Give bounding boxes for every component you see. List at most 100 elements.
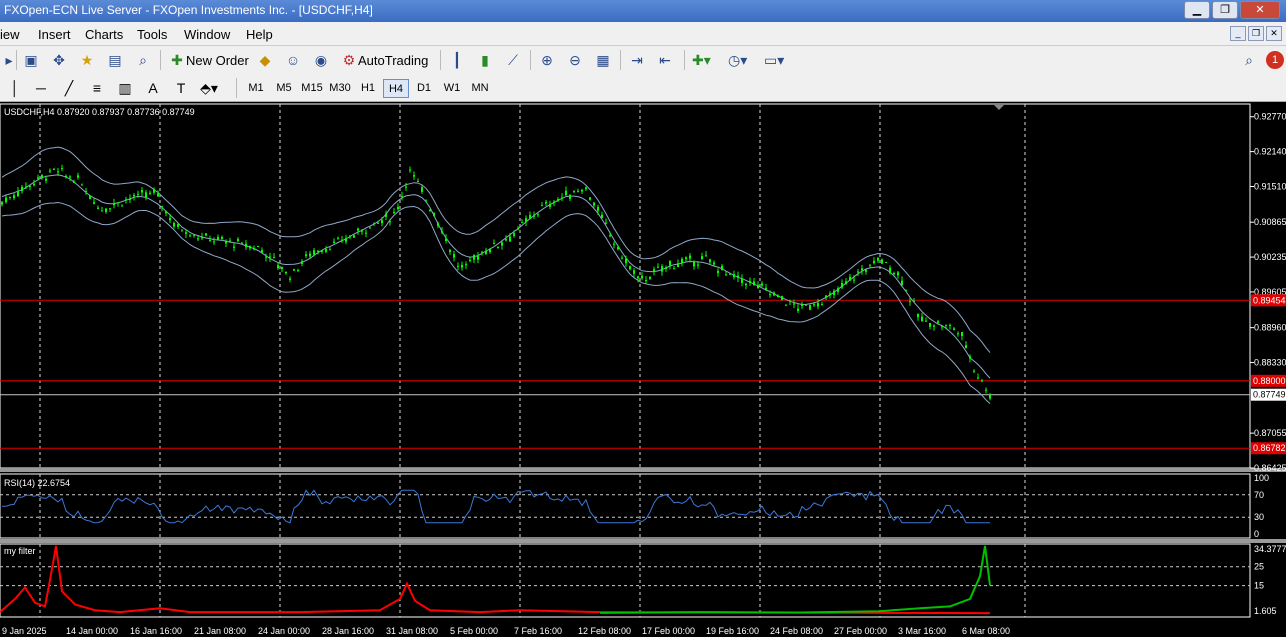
- rsi-level-label: 70: [1254, 490, 1264, 500]
- candle-body: [293, 269, 295, 271]
- vertical-line-icon[interactable]: │: [6, 78, 24, 98]
- candle-body: [849, 276, 851, 281]
- timeframe-m1[interactable]: M1: [243, 79, 269, 98]
- candle-body: [137, 193, 139, 195]
- candle-body: [721, 265, 723, 270]
- text-icon[interactable]: A: [144, 78, 162, 98]
- timeframe-m5[interactable]: M5: [271, 79, 297, 98]
- new-order-label: New Order: [186, 52, 249, 68]
- text-label-icon[interactable]: T: [172, 78, 190, 98]
- candle-body: [385, 213, 387, 217]
- candle-body: [629, 266, 631, 270]
- mdi-close-button[interactable]: ✕: [1266, 26, 1282, 41]
- trendline-icon[interactable]: ╱: [60, 78, 78, 98]
- candle-body: [289, 278, 291, 280]
- candle-body: [217, 237, 219, 240]
- periods-icon[interactable]: ◷▾: [728, 50, 747, 70]
- candle-body: [341, 239, 343, 241]
- candle-body: [481, 251, 483, 253]
- price-label: 0.90865: [1254, 217, 1286, 227]
- restore-button[interactable]: ❐: [1212, 1, 1238, 19]
- mdi-restore-button[interactable]: ❐: [1248, 26, 1264, 41]
- candle-body: [77, 175, 79, 178]
- fibo-icon[interactable]: ≡: [88, 78, 106, 98]
- candle-body: [733, 274, 735, 278]
- search-icon[interactable]: ⌕: [1240, 50, 1258, 70]
- candle-body: [161, 206, 163, 208]
- timeframe-h1[interactable]: H1: [355, 79, 381, 98]
- candle-body: [421, 187, 423, 192]
- tester-icon[interactable]: ⌕: [134, 50, 152, 70]
- candle-body: [785, 304, 787, 306]
- timeframe-mn[interactable]: MN: [467, 79, 493, 98]
- candle-body: [841, 282, 843, 288]
- candle-body: [977, 377, 979, 379]
- menu-insert[interactable]: Insert: [38, 27, 71, 42]
- mdi-minimize-button[interactable]: _: [1230, 26, 1246, 41]
- close-button[interactable]: ✕: [1240, 1, 1280, 19]
- user-icon[interactable]: ☺: [284, 50, 302, 70]
- standard-toolbar: ▸ ▣ ✥ ★ ▤ ⌕ ✚ New Order ◆ ☺ ◉ ⚙ AutoTrad…: [0, 46, 1286, 74]
- zoom-out-icon[interactable]: ⊖: [566, 50, 584, 70]
- price-label: 0.92140: [1254, 147, 1286, 157]
- crosshair-icon[interactable]: ✥: [50, 50, 68, 70]
- timeframe-h4[interactable]: H4: [383, 79, 409, 98]
- menu-help[interactable]: Help: [246, 27, 273, 42]
- timeframe-m30[interactable]: M30: [327, 79, 353, 98]
- candle-body: [245, 243, 247, 248]
- new-chart-icon[interactable]: ▣: [22, 50, 40, 70]
- candle-body: [765, 287, 767, 290]
- candle-chart-icon[interactable]: ▮: [476, 50, 494, 70]
- time-label: 19 Feb 16:00: [706, 626, 759, 636]
- chart-shift-icon[interactable]: ⇥: [628, 50, 646, 70]
- templates-icon[interactable]: ▭▾: [764, 50, 784, 70]
- candle-body: [165, 211, 167, 214]
- candle-body: [145, 192, 147, 198]
- tile-windows-icon[interactable]: ▦: [594, 50, 612, 70]
- minimize-button[interactable]: ▁: [1184, 1, 1210, 19]
- menu-window[interactable]: Window: [184, 27, 230, 42]
- candle-body: [393, 212, 395, 214]
- candle-body: [837, 288, 839, 292]
- new-order-button[interactable]: ✚ New Order: [168, 50, 249, 70]
- candle-body: [757, 285, 759, 288]
- candle-body: [305, 254, 307, 257]
- candle-body: [409, 169, 411, 171]
- candle-body: [57, 171, 59, 173]
- menu-charts[interactable]: Charts: [85, 27, 123, 42]
- timeframe-m15[interactable]: M15: [299, 79, 325, 98]
- zoom-in-icon[interactable]: ⊕: [538, 50, 556, 70]
- timeframe-w1[interactable]: W1: [439, 79, 465, 98]
- candle-body: [581, 189, 583, 192]
- candle-body: [237, 239, 239, 242]
- autoscroll-icon[interactable]: ⇤: [656, 50, 674, 70]
- candle-body: [677, 263, 679, 267]
- chart-header: USDCHF,H4 0.87920 0.87937 0.87736 0.8774…: [4, 107, 195, 117]
- menu-view[interactable]: iew: [0, 27, 20, 42]
- horizontal-line-icon[interactable]: ─: [32, 78, 50, 98]
- chart-canvas[interactable]: 0.927700.921400.915100.908650.902350.896…: [0, 102, 1286, 637]
- candle-body: [81, 184, 83, 186]
- window-icon[interactable]: ▤: [106, 50, 124, 70]
- menu-tools[interactable]: Tools: [137, 27, 167, 42]
- candle-body: [781, 296, 783, 300]
- candle-body: [273, 257, 275, 259]
- arrows-icon[interactable]: ⬘▾: [200, 78, 218, 98]
- signal-icon[interactable]: ◉: [312, 50, 330, 70]
- favorites-icon[interactable]: ★: [78, 50, 96, 70]
- notifications-button[interactable]: 1: [1266, 50, 1284, 70]
- chart-window[interactable]: 0.92770 0.92140 0.91510 0.90865 0.90235 0.896…: [0, 102, 1286, 637]
- time-label: 16 Jan 16:00: [130, 626, 182, 636]
- line-chart-icon[interactable]: ⟋: [504, 50, 522, 70]
- auto-trading-button[interactable]: ⚙ AutoTrading: [340, 50, 429, 70]
- timeframe-d1[interactable]: D1: [411, 79, 437, 98]
- candle-body: [941, 326, 943, 328]
- candle-body: [389, 221, 391, 223]
- expert-icon[interactable]: ◆: [256, 50, 274, 70]
- indicators-icon[interactable]: ✚▾: [692, 50, 711, 70]
- candle-body: [545, 201, 547, 204]
- candle-body: [117, 202, 119, 204]
- channel-icon[interactable]: ▥: [116, 78, 134, 98]
- candle-body: [365, 232, 367, 234]
- bar-chart-icon[interactable]: ┃: [448, 50, 466, 70]
